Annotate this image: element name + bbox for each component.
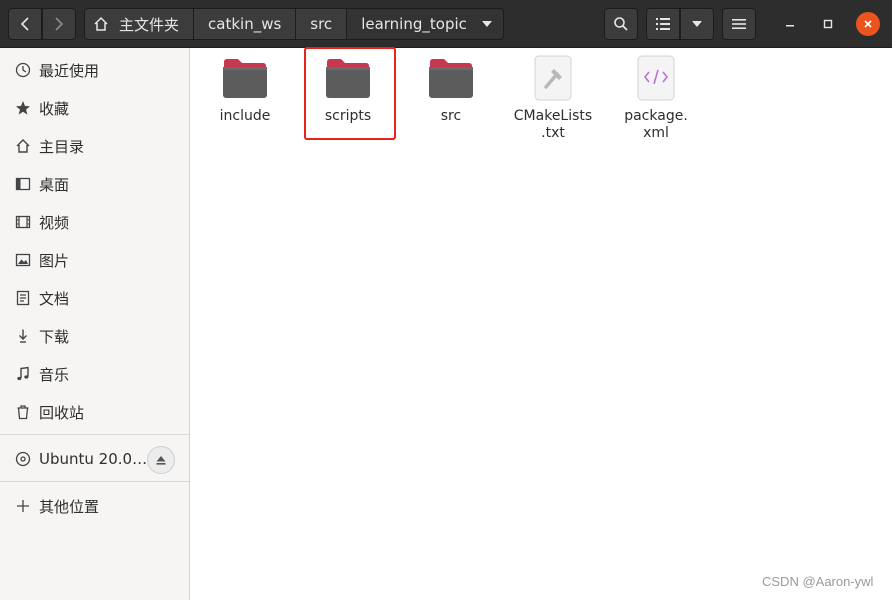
minimize-icon	[786, 25, 794, 27]
file-name: include	[219, 108, 271, 124]
home-icon	[93, 16, 109, 32]
sidebar: 最近使用 收藏 主目录 桌面 视频 图片 文档 下载 音乐 回收站 Ubuntu…	[0, 48, 190, 600]
eject-button[interactable]	[147, 446, 175, 474]
maximize-button[interactable]	[816, 12, 840, 36]
hamburger-icon	[732, 19, 746, 29]
breadcrumb-label: 主文件夹	[119, 15, 180, 34]
header-bar: 主文件夹 catkin_ws src learning_topic	[0, 0, 892, 48]
sidebar-item-desktop[interactable]: 桌面	[0, 165, 189, 203]
close-icon	[864, 20, 872, 28]
breadcrumb-home[interactable]: 主文件夹	[84, 8, 195, 40]
sidebar-item-label: 回收站	[39, 403, 85, 422]
sidebar-item-starred[interactable]: 收藏	[0, 89, 189, 127]
maximize-icon	[823, 19, 833, 29]
breadcrumb-learning-topic[interactable]: learning_topic	[347, 8, 504, 40]
chevron-right-icon	[55, 17, 64, 31]
sidebar-item-documents[interactable]: 文档	[0, 279, 189, 317]
list-view-button[interactable]	[646, 8, 680, 40]
sidebar-item-label: Ubuntu 20.0…	[39, 450, 148, 468]
sidebar-item-music[interactable]: 音乐	[0, 355, 189, 393]
file-name: package. xml	[624, 108, 688, 141]
sidebar-separator	[0, 434, 189, 435]
trash-icon	[15, 404, 31, 420]
plus-icon	[15, 498, 31, 514]
desktop-icon	[15, 176, 31, 192]
clock-icon	[15, 62, 31, 78]
minimize-button[interactable]	[778, 12, 802, 36]
sidebar-item-label: 主目录	[39, 137, 85, 156]
chevron-down-icon[interactable]	[481, 20, 493, 28]
watermark: CSDN @Aaron-ywl	[762, 574, 874, 589]
sidebar-item-other-locations[interactable]: 其他位置	[0, 487, 189, 525]
close-button[interactable]	[856, 12, 880, 36]
sidebar-item-pictures[interactable]: 图片	[0, 241, 189, 279]
breadcrumb: 主文件夹 catkin_ws src learning_topic	[84, 8, 504, 40]
video-icon	[15, 214, 31, 230]
download-icon	[15, 328, 31, 344]
file-name: CMakeLists .txt	[513, 108, 593, 141]
sidebar-item-label: 最近使用	[39, 61, 100, 80]
search-icon	[614, 17, 628, 31]
home-icon	[15, 138, 31, 154]
sidebar-item-label: 视频	[39, 213, 70, 232]
folder-icon	[425, 54, 477, 102]
file-name: src	[440, 108, 462, 124]
sidebar-item-label: 音乐	[39, 365, 70, 384]
eject-icon	[156, 456, 166, 465]
file-item-package-xml[interactable]: package. xml	[610, 54, 702, 142]
sidebar-item-recent[interactable]: 最近使用	[0, 51, 189, 89]
sidebar-item-label: 图片	[39, 251, 70, 270]
breadcrumb-label: learning_topic	[361, 15, 467, 33]
music-icon	[15, 366, 31, 382]
sidebar-item-label: 收藏	[39, 99, 70, 118]
xml-file-icon	[630, 54, 682, 102]
chevron-left-icon	[20, 17, 29, 31]
breadcrumb-label: catkin_ws	[208, 15, 282, 33]
sidebar-item-videos[interactable]: 视频	[0, 203, 189, 241]
breadcrumb-src[interactable]: src	[296, 8, 348, 40]
file-item-include[interactable]: include	[199, 54, 291, 125]
folder-icon	[219, 54, 271, 102]
list-icon	[656, 18, 670, 30]
breadcrumb-label: src	[310, 15, 333, 33]
breadcrumb-catkin-ws[interactable]: catkin_ws	[194, 8, 297, 40]
chevron-down-icon	[692, 21, 702, 27]
sidebar-item-label: 文档	[39, 289, 70, 308]
menu-button[interactable]	[722, 8, 756, 40]
search-button[interactable]	[604, 8, 638, 40]
picture-icon	[15, 252, 31, 268]
sidebar-item-home[interactable]: 主目录	[0, 127, 189, 165]
build-file-icon	[527, 54, 579, 102]
forward-button[interactable]	[42, 8, 76, 40]
sidebar-item-downloads[interactable]: 下载	[0, 317, 189, 355]
view-options-button[interactable]	[680, 8, 714, 40]
star-icon	[15, 100, 31, 116]
sidebar-item-trash[interactable]: 回收站	[0, 393, 189, 431]
sidebar-item-label: 下载	[39, 327, 70, 346]
sidebar-separator	[0, 481, 189, 482]
file-item-src[interactable]: src	[405, 54, 497, 125]
sidebar-item-label: 桌面	[39, 175, 70, 194]
document-icon	[15, 290, 31, 306]
back-button[interactable]	[8, 8, 42, 40]
sidebar-item-label: 其他位置	[39, 497, 100, 516]
highlight-box	[304, 47, 396, 140]
file-grid: include scripts src CMakeLists .txt pack…	[190, 48, 892, 600]
file-item-cmakelists[interactable]: CMakeLists .txt	[507, 54, 599, 142]
disc-icon	[15, 451, 31, 467]
